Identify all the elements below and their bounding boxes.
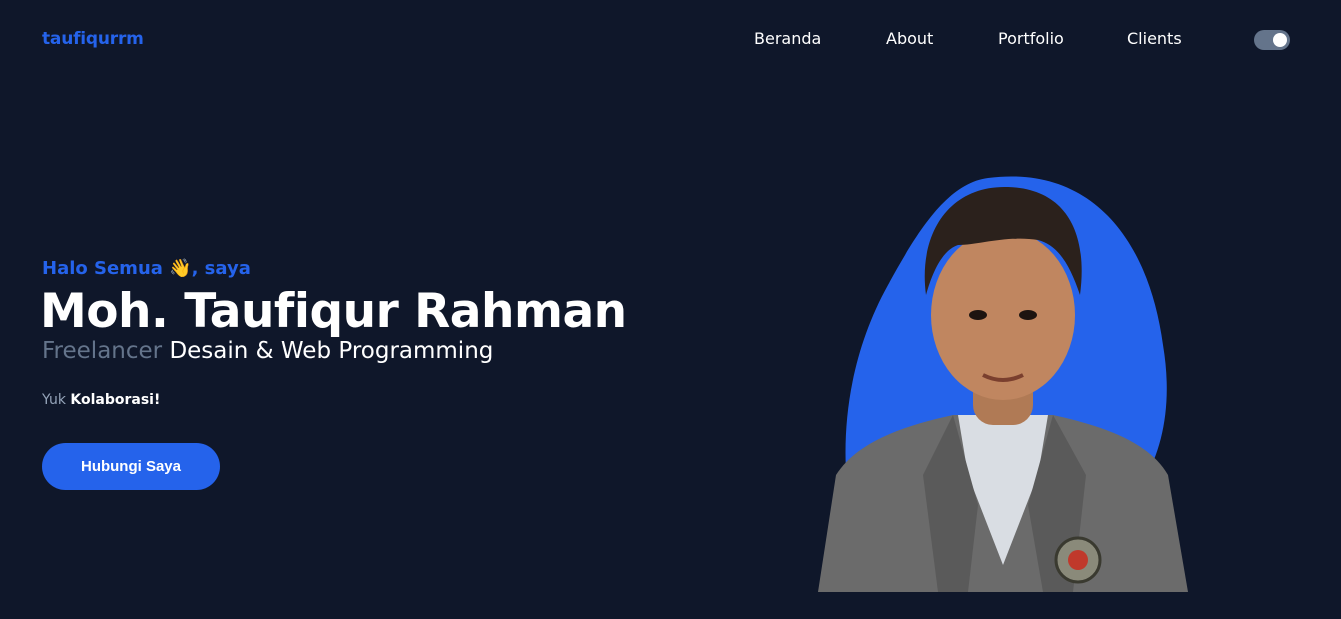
hero-collab-strong: Kolaborasi! (70, 392, 161, 408)
hero-collab-muted: Yuk (42, 392, 66, 408)
portrait-image (818, 176, 1188, 592)
theme-toggle-knob (1273, 33, 1287, 47)
nav-item-portfolio[interactable]: Portfolio (998, 29, 1064, 48)
nav-item-about[interactable]: About (886, 29, 933, 48)
hero-greeting: Halo Semua 👋, saya (42, 258, 251, 279)
theme-toggle[interactable] (1254, 30, 1290, 50)
contact-button[interactable]: Hubungi Saya (42, 443, 220, 490)
nav-item-beranda[interactable]: Beranda (754, 29, 821, 48)
hero-role: Freelancer Desain & Web Programming (42, 338, 493, 364)
hero-role-muted: Freelancer (42, 338, 163, 364)
nav-item-clients[interactable]: Clients (1127, 29, 1182, 48)
hero-collab-text: Yuk Kolaborasi! (42, 392, 160, 408)
main-nav: Beranda About Portfolio Clients (0, 29, 1341, 51)
hero-role-strong: Desain & Web Programming (169, 338, 494, 364)
hero-name: Moh. Taufiqur Rahman (40, 284, 627, 339)
